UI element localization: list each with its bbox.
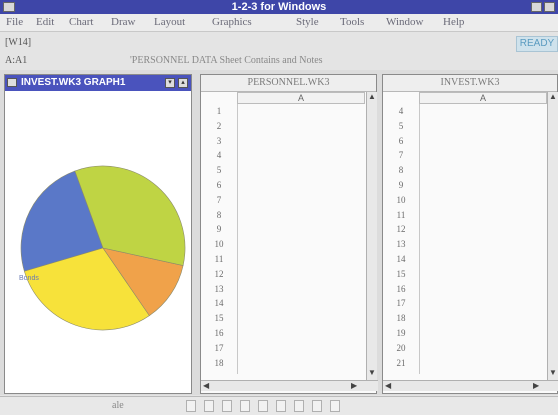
menu-file[interactable]: File (6, 16, 23, 28)
row-header[interactable]: 5 (383, 119, 419, 134)
row-header[interactable]: 18 (383, 311, 419, 326)
row-header[interactable]: 1 (201, 104, 237, 119)
row-header[interactable]: 6 (383, 134, 419, 149)
maximize-icon[interactable] (544, 2, 555, 12)
graph-window-caption[interactable]: INVEST.WK3 GRAPH1 ▾ ▴ (5, 75, 191, 91)
row-header[interactable]: 4 (383, 104, 419, 119)
row-header[interactable]: 13 (383, 237, 419, 252)
edit-line: A:A1 'PERSONNEL DATA Sheet Contains and … (0, 53, 558, 69)
row-header[interactable]: 9 (201, 222, 237, 237)
menu-window[interactable]: Window (386, 16, 423, 28)
menu-style[interactable]: Style (296, 16, 319, 28)
invest-sheet-window[interactable]: INVEST.WK3 A 4 5 6 7 8 9 10 11 12 13 14 15 16 17 18 19 2… (382, 74, 558, 394)
row-header[interactable]: 8 (383, 163, 419, 178)
row-header[interactable]: 7 (383, 148, 419, 163)
status-button[interactable] (258, 400, 268, 412)
invest-sheet-title[interactable]: INVEST.WK3 (383, 75, 557, 92)
row-headers: 4 5 6 7 8 9 10 11 12 13 14 15 16 17 18 19 20 21 (383, 104, 419, 370)
menu-layout[interactable]: Layout (154, 16, 185, 28)
minimize-icon[interactable]: ▾ (165, 78, 175, 88)
status-text: ale (112, 400, 124, 411)
row-header[interactable]: 15 (383, 267, 419, 282)
row-header[interactable]: 15 (201, 311, 237, 326)
graph-window[interactable]: INVEST.WK3 GRAPH1 ▾ ▴ Bonds (4, 74, 192, 394)
slice-label: Bonds (19, 275, 39, 282)
personnel-sheet-window[interactable]: PERSONNEL.WK3 A 1 2 3 4 5 6 7 8 9 10 11 12 13 14 15 16 1… (200, 74, 378, 394)
row-header[interactable]: 11 (201, 252, 237, 267)
row-header[interactable]: 7 (201, 193, 237, 208)
status-button[interactable] (186, 400, 196, 412)
row-header[interactable]: 12 (201, 267, 237, 282)
scroll-left-icon[interactable]: ◀ (385, 381, 391, 390)
horizontal-scrollbar[interactable]: ◀ ▶ (201, 380, 378, 391)
vertical-scrollbar[interactable]: ▲ ▼ (547, 92, 558, 383)
row-header[interactable]: 11 (383, 208, 419, 223)
menu-graphics[interactable]: Graphics (212, 16, 252, 28)
row-header[interactable]: 9 (383, 178, 419, 193)
scroll-down-icon[interactable]: ▼ (368, 368, 376, 377)
status-line: [W14] READY (0, 33, 558, 53)
row-header[interactable]: 4 (201, 148, 237, 163)
maximize-icon[interactable]: ▴ (178, 78, 188, 88)
pie-chart[interactable]: Bonds (5, 91, 191, 393)
row-header[interactable]: 12 (383, 222, 419, 237)
row-header[interactable]: 17 (383, 296, 419, 311)
mode-indicator: READY (516, 36, 558, 52)
scroll-right-icon[interactable]: ▶ (351, 381, 357, 390)
row-header[interactable]: 17 (201, 341, 237, 356)
title-bar: 1-2-3 for Windows (0, 0, 558, 14)
menu-draw[interactable]: Draw (111, 16, 135, 28)
window-control-icon[interactable] (7, 78, 17, 87)
row-header[interactable]: 18 (201, 356, 237, 371)
app-title: 1-2-3 for Windows (231, 1, 327, 13)
scroll-right-icon[interactable]: ▶ (533, 381, 539, 390)
horizontal-scrollbar[interactable]: ◀ ▶ (383, 380, 558, 391)
scroll-up-icon[interactable]: ▲ (549, 92, 557, 101)
row-header[interactable]: 10 (201, 237, 237, 252)
status-button[interactable] (222, 400, 232, 412)
menu-help[interactable]: Help (443, 16, 464, 28)
row-header[interactable]: 14 (383, 252, 419, 267)
personnel-sheet-title[interactable]: PERSONNEL.WK3 (201, 75, 376, 92)
row-headers: 1 2 3 4 5 6 7 8 9 10 11 12 13 14 15 16 17 18 (201, 104, 237, 370)
menu-bar: File Edit Chart Draw Layout Graphics Sty… (0, 14, 558, 32)
row-header[interactable]: 8 (201, 208, 237, 223)
row-header[interactable]: 16 (383, 282, 419, 297)
vertical-scrollbar[interactable]: ▲ ▼ (366, 92, 377, 383)
row-header[interactable]: 3 (201, 134, 237, 149)
row-header[interactable]: 20 (383, 341, 419, 356)
cell-contents[interactable]: 'PERSONNEL DATA Sheet Contains and Notes (130, 55, 323, 66)
status-button[interactable] (204, 400, 214, 412)
minimize-icon[interactable] (531, 2, 542, 12)
scroll-left-icon[interactable]: ◀ (203, 381, 209, 390)
row-header[interactable]: 5 (201, 163, 237, 178)
graph-window-title: INVEST.WK3 GRAPH1 (21, 77, 126, 88)
menu-tools[interactable]: Tools (340, 16, 364, 28)
row-header[interactable]: 6 (201, 178, 237, 193)
row-header[interactable]: 2 (201, 119, 237, 134)
status-button[interactable] (240, 400, 250, 412)
cell-grid[interactable] (419, 104, 548, 374)
status-button[interactable] (276, 400, 286, 412)
cell-grid[interactable] (237, 104, 366, 374)
column-header-a[interactable]: A (419, 92, 547, 104)
row-header[interactable]: 14 (201, 296, 237, 311)
scroll-up-icon[interactable]: ▲ (368, 92, 376, 101)
row-header[interactable]: 19 (383, 326, 419, 341)
status-button[interactable] (294, 400, 304, 412)
scroll-down-icon[interactable]: ▼ (549, 368, 557, 377)
column-header-a[interactable]: A (237, 92, 365, 104)
menu-chart[interactable]: Chart (69, 16, 93, 28)
menu-edit[interactable]: Edit (36, 16, 54, 28)
row-header[interactable]: 16 (201, 326, 237, 341)
status-button[interactable] (312, 400, 322, 412)
cell-address[interactable]: A:A1 (5, 55, 27, 66)
status-button[interactable] (330, 400, 340, 412)
row-header[interactable]: 21 (383, 356, 419, 371)
row-header[interactable]: 13 (201, 282, 237, 297)
status-bar: ale (0, 396, 558, 415)
row-header[interactable]: 10 (383, 193, 419, 208)
format-indicator: [W14] (5, 37, 32, 48)
